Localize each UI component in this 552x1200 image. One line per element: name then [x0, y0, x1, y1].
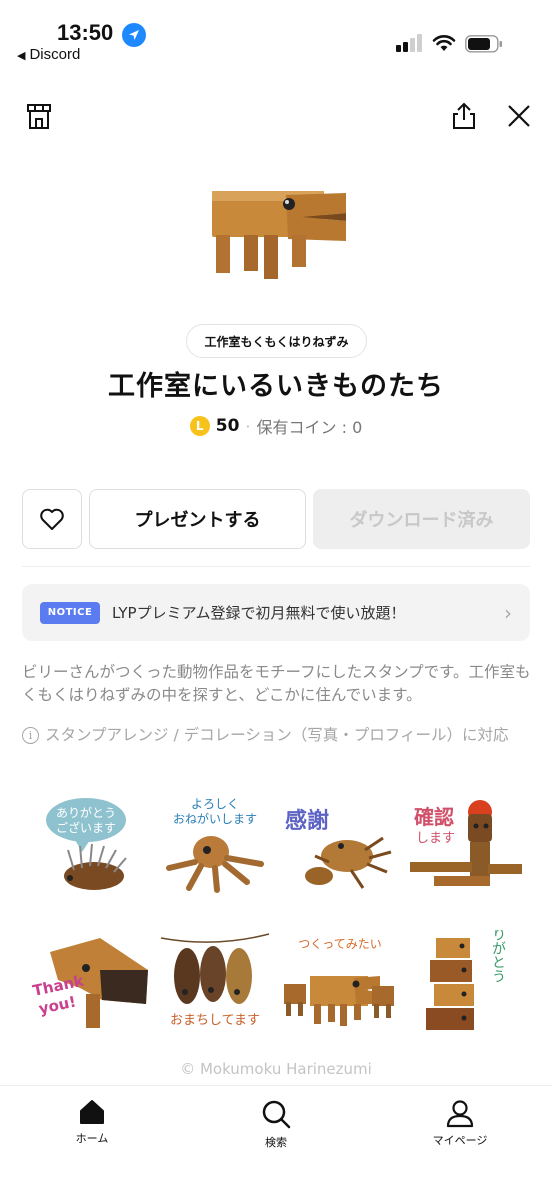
- price-row: L 50 · 保有コイン : 0: [0, 414, 552, 438]
- tab-home-label: ホーム: [75, 1132, 109, 1145]
- sticker-8[interactable]: ありがとう: [406, 930, 526, 1042]
- notice-badge: NOTICE: [40, 601, 100, 624]
- price-separator: ·: [245, 416, 251, 436]
- signal-icon: [396, 34, 424, 52]
- status-time: 13:50: [57, 20, 114, 45]
- sticker-8-text: ありがとう: [490, 930, 506, 983]
- owned-coins: 保有コイン : 0: [256, 418, 363, 437]
- sticker-3[interactable]: 感謝: [279, 790, 399, 902]
- favorite-button[interactable]: [22, 489, 82, 549]
- notice-text: LYPプレミアム登録で初月無料で使い放題！: [112, 604, 406, 622]
- tab-search-label: 検索: [265, 1136, 287, 1149]
- chevron-right-icon: ›: [504, 600, 512, 625]
- share-icon[interactable]: [449, 101, 479, 131]
- arrange-note-text: スタンプアレンジ / デコレーション（写真・プロフィール）に対応: [45, 726, 509, 744]
- back-app-label: Discord: [29, 46, 81, 63]
- sticker-7[interactable]: つくってみたい: [280, 930, 400, 1042]
- sticker-6-text: おまちしてます: [170, 1013, 260, 1028]
- tab-home[interactable]: ホーム: [32, 1098, 152, 1146]
- back-to-app-link[interactable]: ◀ Discord: [17, 46, 80, 63]
- tab-search[interactable]: 検索: [216, 1098, 336, 1150]
- heart-icon: [40, 508, 64, 530]
- sticker-3-text: 感謝: [285, 808, 329, 834]
- sticker-2-line1: よろしく: [191, 797, 239, 811]
- sticker-7-text: つくってみたい: [298, 937, 381, 951]
- battery-icon: [465, 35, 502, 53]
- back-triangle-icon: ◀: [17, 50, 26, 62]
- copyright: © Mokumoku Harinezumi: [180, 1060, 372, 1078]
- notice-banner[interactable]: NOTICE LYPプレミアム登録で初月無料で使い放題！ ›: [22, 584, 530, 641]
- download-button: ダウンロード済み: [313, 489, 530, 549]
- divider: [22, 566, 530, 567]
- tab-mypage[interactable]: マイページ: [400, 1098, 520, 1148]
- sticker-4[interactable]: 確認 します: [404, 790, 524, 902]
- arrange-note: i スタンプアレンジ / デコレーション（写真・プロフィール）に対応: [22, 725, 532, 745]
- location-arrow-icon: [122, 23, 146, 47]
- person-icon: [446, 1100, 474, 1128]
- sticker-1-line1: ありがとう: [56, 805, 116, 820]
- sticker-1[interactable]: ありがとう ございます: [34, 790, 154, 902]
- close-icon[interactable]: [504, 101, 534, 131]
- shop-icon[interactable]: [24, 101, 54, 131]
- gift-button[interactable]: プレゼントする: [89, 489, 306, 549]
- home-icon: [80, 1100, 104, 1124]
- sticker-5[interactable]: Thank you!: [30, 930, 150, 1042]
- product-title: 工作室にいるいきものたち: [108, 371, 444, 402]
- sticker-4-line1: 確認: [414, 805, 454, 829]
- description: ビリーさんがつくった動物作品をモチーフにしたスタンプです。工作室もくもくはりねず…: [22, 663, 531, 704]
- author-chip[interactable]: 工作室もくもくはりねずみ: [186, 324, 367, 358]
- price-value: 50: [215, 416, 240, 436]
- sticker-1-line2: ございます: [56, 820, 116, 835]
- tab-bar: ホーム 検索 マイページ: [0, 1085, 552, 1200]
- sticker-2-line2: おねがいします: [173, 811, 257, 826]
- search-icon: [262, 1100, 291, 1129]
- sticker-2[interactable]: よろしく おねがいします: [155, 790, 275, 902]
- sticker-4-line2: します: [416, 831, 455, 846]
- sticker-6[interactable]: おまちしてます: [155, 930, 275, 1042]
- wifi-icon: [432, 35, 456, 51]
- info-icon: i: [22, 727, 39, 744]
- line-coin-icon: L: [189, 416, 210, 436]
- tab-mypage-label: マイページ: [432, 1134, 488, 1147]
- main-sticker-image: [212, 191, 346, 279]
